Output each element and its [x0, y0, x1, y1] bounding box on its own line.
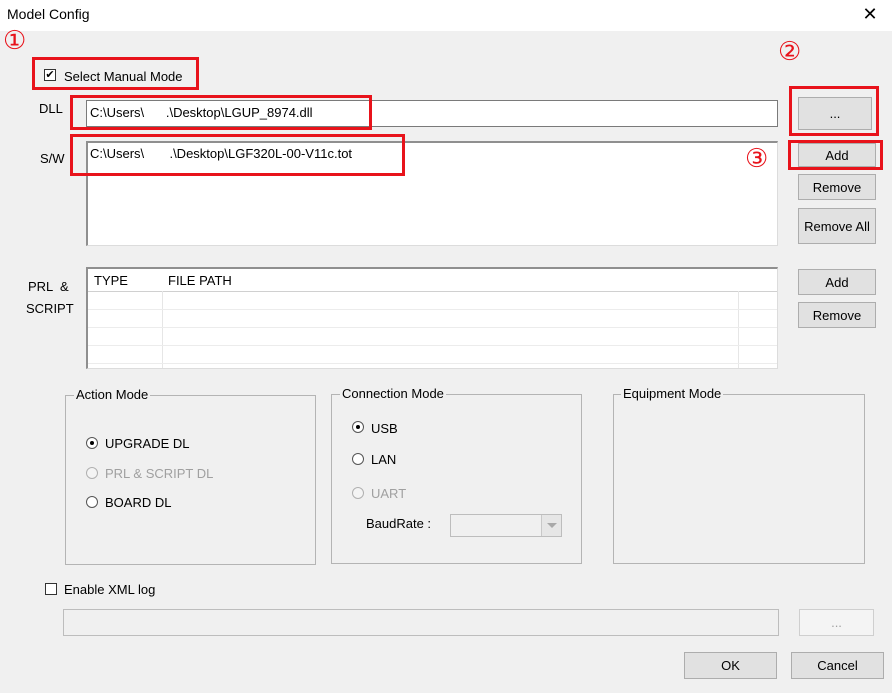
- highlight-box-dll: [70, 95, 372, 130]
- title-bar: [0, 0, 892, 31]
- prl-label: PRL &: [28, 279, 69, 294]
- manual-mode-checkbox[interactable]: ✔: [44, 69, 56, 81]
- lan-radio[interactable]: [352, 453, 364, 465]
- uart-label: UART: [371, 486, 407, 501]
- xml-log-browse-button[interactable]: ...: [799, 609, 874, 636]
- baudrate-dropdown-button[interactable]: [541, 515, 561, 536]
- ok-button[interactable]: OK: [684, 652, 777, 679]
- column-divider: [162, 291, 163, 368]
- prl-add-button[interactable]: Add: [798, 269, 876, 295]
- board-dl-label: BOARD DL: [105, 495, 172, 510]
- equipment-mode-title: Equipment Mode: [621, 386, 724, 401]
- annotation-two: ②: [778, 37, 802, 67]
- sw-remove-button[interactable]: Remove: [798, 174, 876, 200]
- row-divider: [88, 309, 777, 310]
- highlight-box-add: [788, 140, 883, 170]
- board-dl-radio[interactable]: [86, 496, 98, 508]
- xml-log-checkbox[interactable]: [45, 583, 57, 595]
- annotation-one: ①: [3, 26, 27, 56]
- prl-script-dl-label: PRL & SCRIPT DL: [105, 466, 214, 481]
- prl-script-dl-radio[interactable]: [86, 467, 98, 479]
- column-header-type[interactable]: TYPE: [88, 269, 163, 292]
- connection-mode-group: [331, 394, 582, 564]
- column-divider: [738, 291, 739, 368]
- sw-label: S/W: [40, 151, 65, 166]
- row-divider: [88, 345, 777, 346]
- upgrade-dl-label: UPGRADE DL: [105, 436, 190, 451]
- column-header-filler: [738, 269, 777, 292]
- upgrade-dl-radio[interactable]: [86, 437, 98, 449]
- usb-radio[interactable]: [352, 421, 364, 433]
- cancel-button[interactable]: Cancel: [791, 652, 884, 679]
- dll-label: DLL: [39, 101, 63, 116]
- equipment-mode-group: [613, 394, 865, 564]
- annotation-three: ③: [745, 144, 769, 174]
- column-header-type-text: TYPE: [94, 273, 128, 288]
- connection-mode-title: Connection Mode: [340, 386, 446, 401]
- lan-label: LAN: [371, 452, 397, 467]
- window-title: Model Config: [7, 6, 90, 22]
- chevron-down-icon: [547, 523, 557, 528]
- xml-log-label: Enable XML log: [64, 582, 156, 597]
- close-icon[interactable]: ✕: [858, 4, 882, 25]
- uart-radio[interactable]: [352, 487, 364, 499]
- baudrate-label: BaudRate :: [366, 516, 432, 531]
- prl-script-list[interactable]: TYPE FILE PATH: [86, 267, 778, 369]
- column-header-file-path[interactable]: FILE PATH: [162, 269, 739, 292]
- highlight-box-sw: [70, 134, 405, 176]
- prl-remove-button[interactable]: Remove: [798, 302, 876, 328]
- manual-mode-label: Select Manual Mode: [64, 69, 183, 84]
- highlight-box-browse: [789, 86, 879, 136]
- action-mode-title: Action Mode: [74, 387, 151, 402]
- script-label: SCRIPT: [26, 301, 74, 316]
- usb-label: USB: [371, 421, 398, 436]
- sw-remove-all-button[interactable]: Remove All: [798, 208, 876, 244]
- xml-log-path-field[interactable]: [63, 609, 779, 636]
- column-header-file-path-text: FILE PATH: [168, 273, 232, 288]
- row-divider: [88, 327, 777, 328]
- row-divider: [88, 363, 777, 364]
